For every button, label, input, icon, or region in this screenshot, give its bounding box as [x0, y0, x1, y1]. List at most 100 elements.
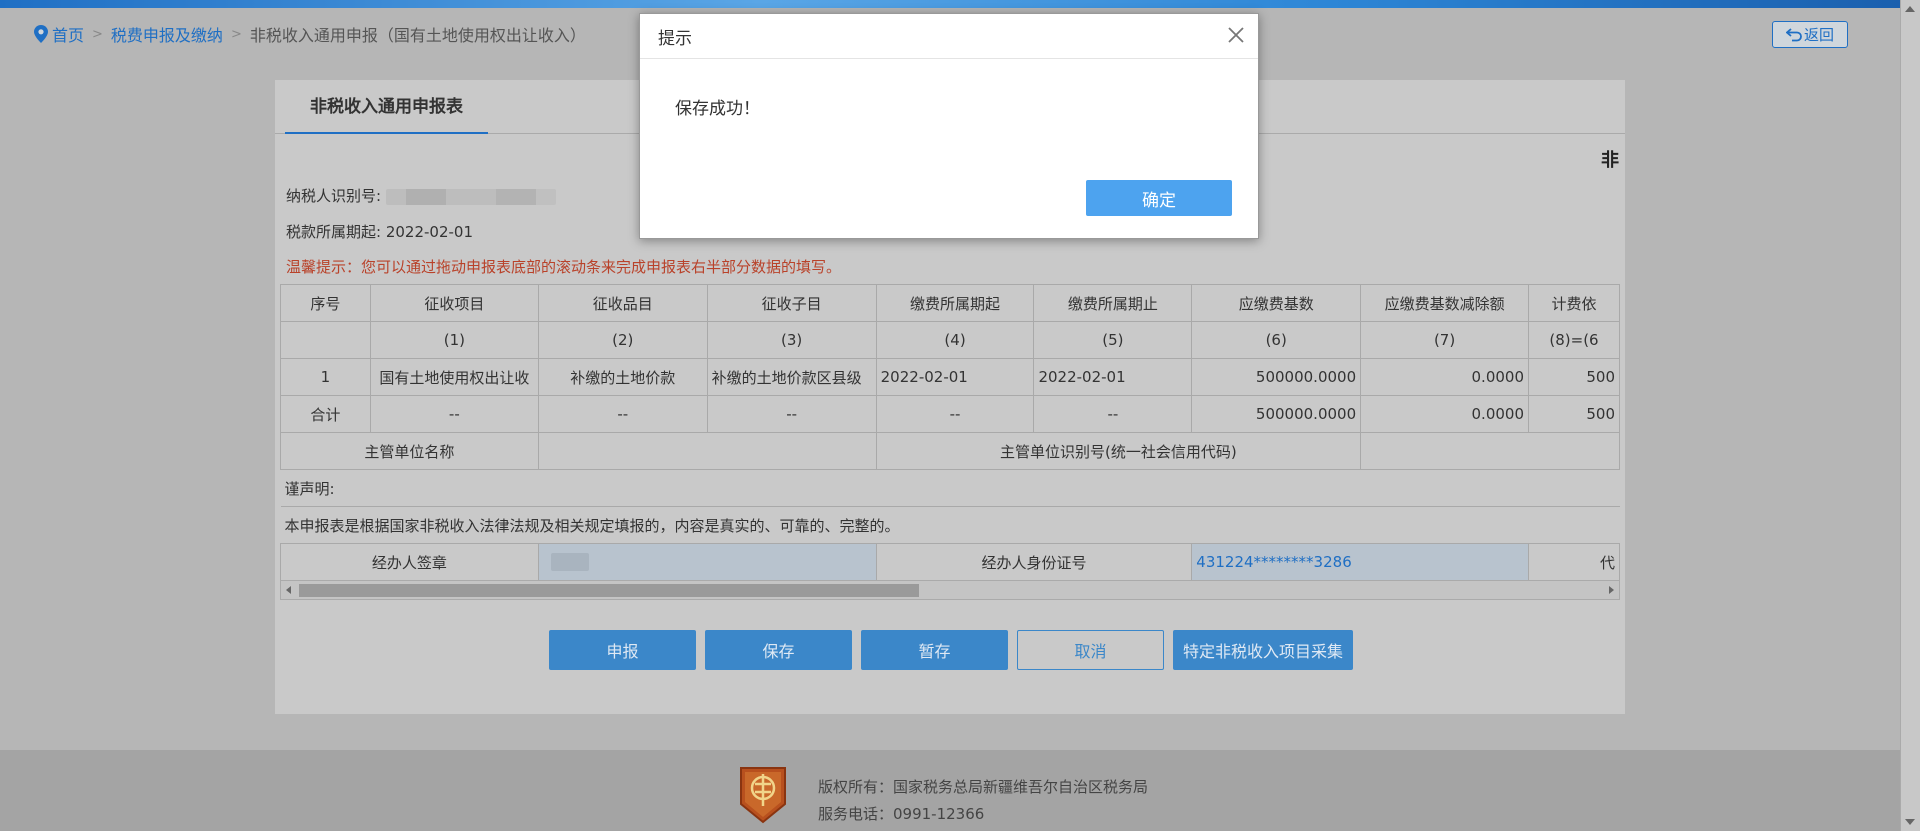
scroll-right-icon[interactable]	[1609, 586, 1614, 594]
dialog-message: 保存成功！	[675, 99, 760, 119]
cell-period-start[interactable]: 2022-02-01	[875, 358, 1035, 396]
dialog-title: 提示	[640, 14, 1258, 59]
cell-deduction[interactable]: 0.0000	[1360, 358, 1530, 396]
agent-sign-input[interactable]	[537, 543, 877, 581]
breadcrumb-home-link[interactable]: 首页	[52, 22, 84, 46]
breadcrumb-separator: >	[92, 26, 103, 42]
cancel-button[interactable]: 取消	[1017, 630, 1164, 670]
col-code: (4)	[875, 321, 1035, 359]
agent-id-label: 经办人身份证号	[875, 543, 1193, 581]
col-header: 缴费所属期止	[1033, 284, 1193, 322]
top-banner-strip	[0, 0, 1900, 8]
footer-copyright: 版权所有：国家税务总局新疆维吾尔自治区税务局	[818, 778, 1149, 796]
col-header: 征收子目	[706, 284, 877, 322]
agent-id-input[interactable]: 431224********3286	[1191, 543, 1530, 581]
breadcrumb-current: 非税收入通用申报（国有土地使用权出让收入）	[249, 26, 586, 45]
return-arrow-icon	[1785, 27, 1802, 41]
declare-button[interactable]: 申报	[549, 630, 696, 670]
agent-sign-redacted	[550, 553, 589, 571]
agent-trunc: 代	[1528, 543, 1620, 581]
vertical-scrollbar[interactable]	[1900, 0, 1920, 831]
close-icon[interactable]	[1224, 23, 1248, 47]
save-button[interactable]: 保存	[705, 630, 852, 670]
cell-base[interactable]: 500000.0000	[1191, 358, 1362, 396]
period-start-field: 税款所属期起: 2022-02-01	[286, 221, 473, 242]
declaration-table-wrapper[interactable]: 序号 征收项目 征收品目 征收子目 缴费所属期起 缴费所属期止 应缴费基数 应缴…	[280, 284, 1620, 584]
col-header: 计费依	[1528, 284, 1620, 322]
cell-total-base: 500000.0000	[1191, 395, 1362, 433]
col-header: 缴费所属期起	[875, 284, 1035, 322]
declaration-table: 序号 征收项目 征收品目 征收子目 缴费所属期起 缴费所属期止 应缴费基数 应缴…	[280, 284, 1620, 581]
cell-total: --	[1033, 395, 1193, 433]
cell-total-deduction: 0.0000	[1360, 395, 1530, 433]
taxpayer-id-label: 纳税人识别号:	[286, 187, 382, 205]
col-header: 序号	[280, 284, 371, 322]
tax-bureau-emblem-icon	[740, 767, 786, 824]
cell-fee-basis: 500	[1528, 358, 1620, 396]
cell-total: --	[875, 395, 1035, 433]
authority-name-input[interactable]	[537, 432, 877, 470]
col-code: (1)	[369, 321, 539, 359]
col-code: (3)	[706, 321, 877, 359]
col-code: (2)	[537, 321, 708, 359]
agent-row: 经办人签章 经办人身份证号 431224********3286 代	[280, 543, 1620, 581]
authority-row: 主管单位名称 主管单位识别号(统一社会信用代码)	[280, 432, 1620, 470]
confirm-button[interactable]: 确定	[1086, 180, 1232, 216]
taxpayer-id-field: 纳税人识别号:	[286, 185, 556, 206]
authority-name-label: 主管单位名称	[280, 432, 539, 470]
cell-period-end[interactable]: 2022-02-01	[1033, 358, 1193, 396]
col-header: 征收项目	[369, 284, 539, 322]
header-row: 序号 征收项目 征收品目 征收子目 缴费所属期起 缴费所属期止 应缴费基数 应缴…	[280, 284, 1620, 322]
period-start-value: 2022-02-01	[385, 223, 474, 241]
total-row: 合计 -- -- -- -- -- 500000.0000 0.0000 500	[280, 395, 1620, 433]
special-collection-button[interactable]: 特定非税收入项目采集	[1173, 630, 1353, 670]
authority-id-label: 主管单位识别号(统一社会信用代码)	[875, 432, 1362, 470]
alert-dialog: 提示 保存成功！ 确定	[639, 13, 1259, 239]
authority-id-input[interactable]	[1360, 432, 1620, 470]
col-code: (6)	[1191, 321, 1362, 359]
col-header: 应缴费基数减除额	[1360, 284, 1530, 322]
declaration-title: 谨声明:	[280, 469, 1620, 507]
breadcrumb-separator: >	[230, 26, 242, 42]
taxpayer-id-redacted	[385, 188, 556, 205]
back-button-label: 返回	[1803, 26, 1834, 44]
col-code: (7)	[1360, 321, 1530, 359]
footer-text: 版权所有：国家税务总局新疆维吾尔自治区税务局 服务电话：0991-12366	[818, 774, 1148, 828]
cell-item[interactable]: 国有土地使用权出让收	[369, 358, 539, 396]
col-code: (5)	[1033, 321, 1193, 359]
declaration-text: 本申报表是根据国家非税收入法律法规及相关规定填报的，内容是真实的、可靠的、完整的…	[280, 506, 1620, 544]
footer: 版权所有：国家税务总局新疆维吾尔自治区税务局 服务电话：0991-12366	[0, 750, 1900, 831]
cell-total: --	[537, 395, 708, 433]
horizontal-scrollbar[interactable]	[280, 580, 1620, 600]
declaration-title-row: 谨声明:	[280, 469, 1620, 507]
draft-button[interactable]: 暂存	[861, 630, 1008, 670]
declaration-text-row: 本申报表是根据国家非税收入法律法规及相关规定填报的，内容是真实的、可靠的、完整的…	[280, 506, 1620, 544]
action-bar: 申报 保存 暂存 取消 特定非税收入项目采集	[549, 630, 1353, 670]
cell-total: --	[706, 395, 877, 433]
back-button[interactable]: 返回	[1772, 21, 1848, 48]
cell-total: --	[369, 395, 539, 433]
agent-sign-label: 经办人签章	[280, 543, 539, 581]
scroll-down-icon[interactable]	[1905, 819, 1915, 825]
form-title: 非	[1601, 150, 1619, 171]
col-header: 应缴费基数	[1191, 284, 1362, 322]
col-code	[280, 321, 371, 359]
footer-phone: 服务电话：0991-12366	[818, 805, 985, 823]
breadcrumb-tax-link[interactable]: 税费申报及缴纳	[111, 22, 223, 46]
cell-total-label: 合计	[280, 395, 371, 433]
period-start-label: 税款所属期起:	[286, 223, 382, 241]
table-row: 1 国有土地使用权出让收 补缴的土地价款 补缴的土地价款区县级 2022-02-…	[280, 358, 1620, 396]
cell-subcategory[interactable]: 补缴的土地价款区县级	[706, 358, 877, 396]
warm-tip: 温馨提示：您可以通过拖动申报表底部的滚动条来完成申报表右半部分数据的填写。	[286, 258, 842, 276]
cell-index: 1	[280, 358, 371, 396]
cell-category[interactable]: 补缴的土地价款	[537, 358, 708, 396]
location-pin-icon	[34, 25, 48, 43]
col-code: (8)=(6	[1528, 321, 1620, 359]
code-row: (1) (2) (3) (4) (5) (6) (7) (8)=(6	[280, 321, 1620, 359]
scroll-up-icon[interactable]	[1905, 6, 1915, 12]
col-header: 征收品目	[537, 284, 708, 322]
scroll-left-icon[interactable]	[286, 586, 291, 594]
cell-total-fee-basis: 500	[1528, 395, 1620, 433]
scrollbar-thumb[interactable]	[299, 584, 919, 597]
tab-general-declaration[interactable]: 非税收入通用申报表	[285, 80, 488, 134]
